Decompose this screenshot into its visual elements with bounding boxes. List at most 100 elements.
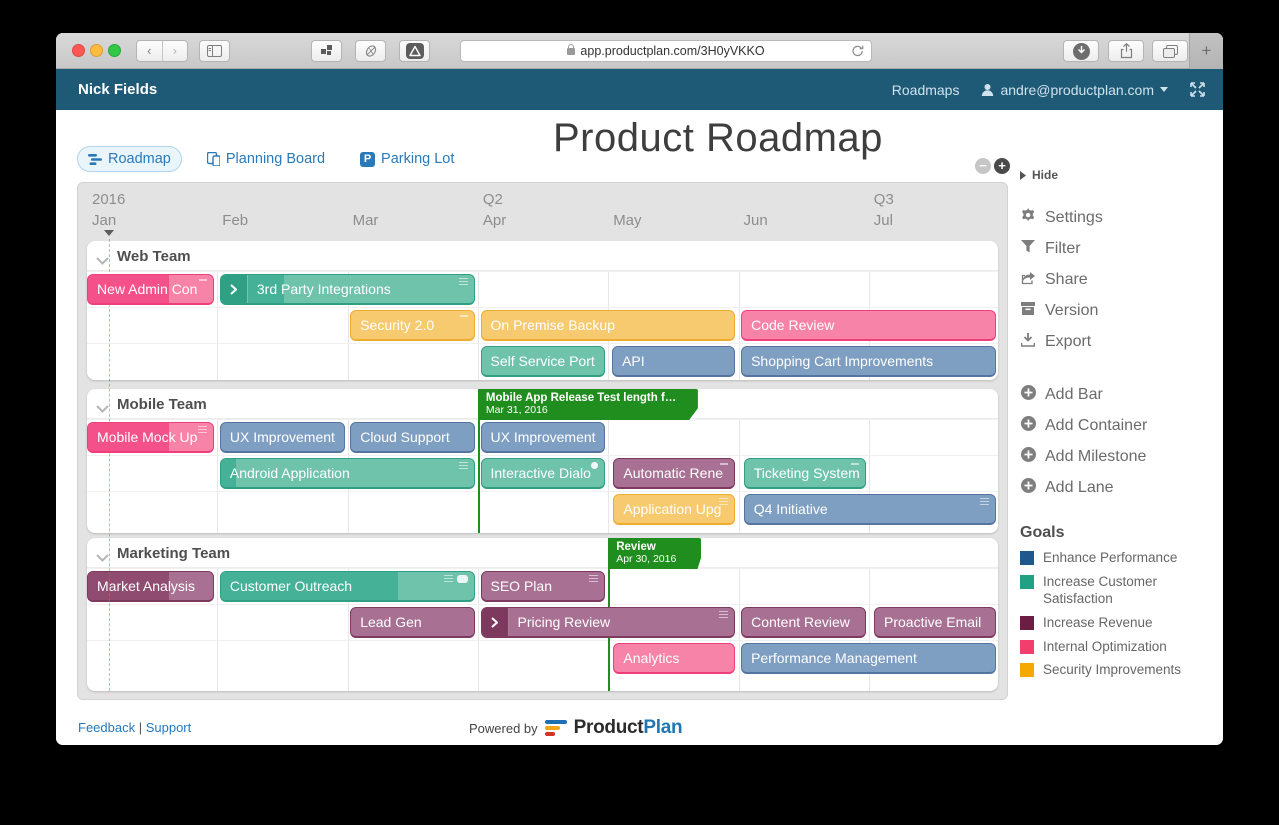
menu-icon[interactable] bbox=[980, 498, 989, 506]
tab-roadmap[interactable]: Roadmap bbox=[77, 146, 182, 172]
bubble-icon[interactable] bbox=[457, 575, 468, 583]
extension-button-warning[interactable] bbox=[399, 40, 430, 62]
roadmap-bar[interactable]: Android Application bbox=[220, 458, 475, 489]
dash-icon[interactable] bbox=[199, 279, 207, 281]
dot-icon[interactable] bbox=[591, 462, 598, 469]
dash-icon[interactable] bbox=[851, 463, 859, 465]
roadmap-bar[interactable]: Q4 Initiative bbox=[744, 494, 996, 525]
roadmap-bar[interactable]: On Premise Backup bbox=[481, 310, 736, 341]
roadmap-bar[interactable]: Market Analysis bbox=[87, 571, 214, 602]
goal-legend-item: Increase Revenue bbox=[1020, 615, 1220, 632]
add-container-button[interactable]: Add Container bbox=[1020, 416, 1220, 436]
fullscreen-icon[interactable] bbox=[1190, 82, 1205, 97]
menu-icon[interactable] bbox=[719, 611, 728, 619]
dash-icon[interactable] bbox=[460, 315, 468, 317]
add-milestone-button[interactable]: Add Milestone bbox=[1020, 447, 1220, 467]
version-button[interactable]: Version bbox=[1020, 301, 1220, 321]
chevron-down-icon[interactable] bbox=[96, 549, 109, 567]
timeline-month-label: Apr bbox=[483, 212, 506, 229]
roadmap-bar[interactable]: Mobile Mock Up bbox=[87, 422, 214, 453]
today-line bbox=[109, 239, 110, 691]
roadmap-bar[interactable]: Content Review bbox=[741, 607, 866, 638]
sidebar-toggle-button[interactable] bbox=[199, 40, 230, 62]
roadmap-bar[interactable]: Proactive Email bbox=[874, 607, 996, 638]
powered-by-label: Powered by bbox=[469, 721, 538, 736]
roadmap-bar[interactable]: Lead Gen bbox=[350, 607, 475, 638]
bar-label: Code Review bbox=[751, 317, 834, 333]
chevron-down-icon[interactable] bbox=[96, 400, 109, 418]
share-button[interactable]: Share bbox=[1020, 270, 1220, 290]
lane-card: Web Team New Admin Con3rd Party Integrati… bbox=[87, 241, 998, 380]
roadmap-bar[interactable]: UX Improvement bbox=[220, 422, 345, 453]
sidebar-icon bbox=[207, 45, 222, 57]
roadmap-bar[interactable]: Customer Outreach bbox=[220, 571, 475, 602]
roadmap-bar[interactable]: Ticketing System bbox=[744, 458, 866, 489]
roadmap-bar[interactable]: Analytics bbox=[613, 643, 735, 674]
back-button[interactable]: ‹ bbox=[137, 41, 162, 61]
zoom-window-button[interactable] bbox=[108, 44, 121, 57]
roadmap-bar[interactable]: Cloud Support bbox=[350, 422, 475, 453]
roadmap-bar[interactable]: API bbox=[612, 346, 735, 377]
export-button[interactable]: Export bbox=[1020, 332, 1220, 352]
milestone-flag[interactable]: Mobile App Release Test length f…Mar 31,… bbox=[478, 389, 698, 420]
bar-label: Android Application bbox=[230, 465, 350, 481]
feedback-link[interactable]: Feedback bbox=[78, 720, 135, 735]
productplan-logo-icon bbox=[545, 720, 567, 736]
timeline-month-label: Jun bbox=[744, 212, 768, 229]
expand-arrow-segment[interactable] bbox=[482, 608, 509, 636]
zoom-out-button[interactable]: − bbox=[975, 158, 991, 174]
roadmap-bar[interactable]: New Admin Con bbox=[87, 274, 214, 305]
dash-icon[interactable] bbox=[720, 463, 728, 465]
lane-title: Web Team bbox=[117, 248, 191, 265]
extension-button-bug[interactable] bbox=[355, 40, 386, 62]
menu-icon[interactable] bbox=[459, 278, 468, 286]
add-bar-button[interactable]: Add Bar bbox=[1020, 385, 1220, 405]
roadmap-bar[interactable]: Performance Management bbox=[741, 643, 996, 674]
menu-icon[interactable] bbox=[198, 426, 207, 434]
add-bar-label: Add Bar bbox=[1045, 386, 1103, 404]
share-page-button[interactable] bbox=[1108, 40, 1144, 62]
gear-icon bbox=[1020, 208, 1036, 228]
tab-overview-button[interactable] bbox=[1152, 40, 1188, 62]
roadmap-bar[interactable]: Self Service Port bbox=[481, 346, 606, 377]
roadmap-bar[interactable]: Automatic Rene bbox=[613, 458, 735, 489]
menu-icon[interactable] bbox=[589, 575, 598, 583]
menu-icon[interactable] bbox=[719, 498, 728, 506]
roadmap-bar[interactable]: UX Improvement bbox=[481, 422, 606, 453]
chevron-down-icon[interactable] bbox=[96, 252, 109, 270]
settings-button[interactable]: Settings bbox=[1020, 208, 1220, 228]
milestone-flag[interactable]: ReviewApr 30, 2016 bbox=[608, 538, 701, 569]
bar-label: Mobile Mock Up bbox=[97, 429, 197, 445]
bar-icons bbox=[444, 575, 468, 583]
roadmap-bar[interactable]: Code Review bbox=[741, 310, 996, 341]
roadmap-bar[interactable]: Security 2.0 bbox=[350, 310, 475, 341]
roadmap-bar[interactable]: Application Upg bbox=[613, 494, 735, 525]
downloads-button[interactable] bbox=[1063, 40, 1099, 62]
roadmap-bar[interactable]: 3rd Party Integrations bbox=[220, 274, 475, 305]
reload-button[interactable] bbox=[851, 44, 864, 61]
tab-parking-lot[interactable]: P Parking Lot bbox=[350, 147, 464, 171]
nav-link-roadmaps[interactable]: Roadmaps bbox=[892, 82, 960, 98]
expand-arrow-segment[interactable] bbox=[221, 275, 248, 303]
close-window-button[interactable] bbox=[72, 44, 85, 57]
roadmap-bar[interactable]: Shopping Cart Improvements bbox=[741, 346, 996, 377]
reload-icon bbox=[851, 44, 864, 58]
account-menu[interactable]: andre@productplan.com bbox=[981, 82, 1168, 98]
forward-button[interactable]: › bbox=[162, 41, 188, 61]
roadmap-bar[interactable]: Pricing Review bbox=[481, 607, 736, 638]
zoom-in-button[interactable]: + bbox=[994, 158, 1010, 174]
new-tab-button[interactable]: + bbox=[1189, 33, 1223, 69]
roadmap-bar[interactable]: Interactive Dialo bbox=[481, 458, 606, 489]
add-lane-button[interactable]: Add Lane bbox=[1020, 478, 1220, 498]
lane-row: Mobile Mock Up UX ImprovementCloud Suppor… bbox=[87, 419, 998, 455]
roadmap-bar[interactable]: SEO Plan bbox=[481, 571, 606, 602]
support-link[interactable]: Support bbox=[146, 720, 192, 735]
extension-button-grid[interactable] bbox=[311, 40, 342, 62]
address-bar[interactable]: app.productplan.com/3H0yVKKO bbox=[460, 40, 872, 62]
hide-sidebar-button[interactable]: Hide bbox=[1020, 168, 1220, 182]
tab-planning-board[interactable]: Planning Board bbox=[197, 147, 335, 171]
menu-icon[interactable] bbox=[459, 462, 468, 470]
menu-icon[interactable] bbox=[444, 575, 453, 583]
filter-button[interactable]: Filter bbox=[1020, 239, 1220, 259]
minimize-window-button[interactable] bbox=[90, 44, 103, 57]
